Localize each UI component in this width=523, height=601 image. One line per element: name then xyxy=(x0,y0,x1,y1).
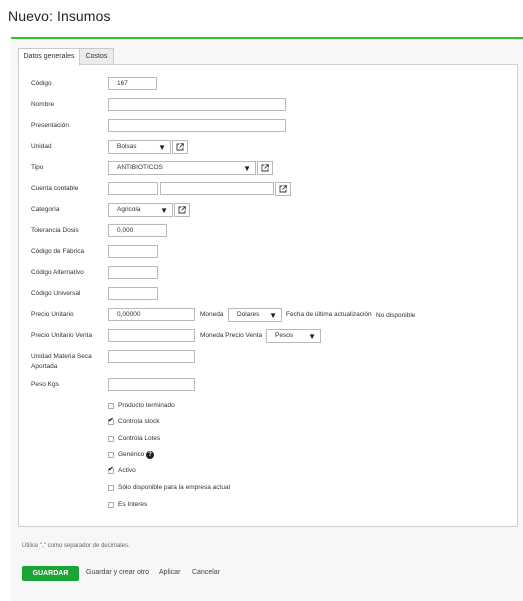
unidad-materia-seca-input[interactable] xyxy=(108,350,195,363)
codigo-alternativo-input[interactable] xyxy=(108,266,158,279)
moneda-select[interactable]: Dolares ▼ xyxy=(228,308,282,322)
tipo-select-value: ANTIBIOTICOS xyxy=(117,164,163,171)
solo-empresa-actual-checkbox[interactable] xyxy=(108,485,114,491)
codigo-fabrica-label: Código de Fábrica xyxy=(31,248,85,255)
activo-label: Activo xyxy=(118,467,136,474)
external-link-icon xyxy=(176,143,184,151)
cuenta-contable-code-input[interactable] xyxy=(108,182,158,195)
controla-lotes-checkbox[interactable] xyxy=(108,436,114,442)
nombre-input[interactable] xyxy=(108,98,286,111)
categoria-select-value: Agricola xyxy=(117,206,141,213)
codigo-universal-input[interactable] xyxy=(108,287,158,300)
tipo-external-link-button[interactable] xyxy=(257,161,273,175)
tolerancia-dosis-label: Tolerancia Dosis xyxy=(31,227,79,234)
nombre-label: Nombre xyxy=(31,101,55,108)
chevron-down-icon: ▼ xyxy=(243,164,251,173)
cuenta-contable-name-input[interactable] xyxy=(160,182,274,195)
fecha-actualizacion-value: No disponible xyxy=(376,312,416,319)
codigo-input[interactable]: 167 xyxy=(108,77,157,90)
tolerancia-dosis-input[interactable]: 0,000 xyxy=(108,224,167,237)
unidad-select[interactable]: Bolsas ▼ xyxy=(108,140,171,154)
codigo-label: Código xyxy=(31,80,52,87)
form-card xyxy=(18,64,518,527)
external-link-icon xyxy=(279,185,287,193)
precio-unitario-venta-label: Precio Unitario Venta xyxy=(31,332,93,339)
unidad-select-value: Bolsas xyxy=(117,143,137,150)
precio-unitario-input[interactable]: 0,00000 xyxy=(108,308,195,321)
producto-terminado-label: Producto terminado xyxy=(118,402,175,409)
moneda-precio-venta-select[interactable]: Pesos ▼ xyxy=(266,329,321,343)
controla-stock-label: Controla stock xyxy=(118,418,160,425)
tipo-select[interactable]: ANTIBIOTICOS ▼ xyxy=(108,161,256,175)
moneda-select-value: Dolares xyxy=(237,311,260,318)
activo-checkbox[interactable]: ✔ xyxy=(108,466,114,474)
cancel-button[interactable]: Cancelar xyxy=(192,569,220,576)
precio-unitario-label: Precio Unitario xyxy=(31,311,74,318)
peso-kgs-input[interactable] xyxy=(108,378,195,391)
categoria-label: Categoría xyxy=(31,206,60,213)
chevron-down-icon: ▼ xyxy=(269,311,277,320)
generico-label: Genérico xyxy=(118,451,145,458)
chevron-down-icon: ▼ xyxy=(308,332,316,341)
presentacion-input[interactable] xyxy=(108,119,286,132)
generico-checkbox[interactable] xyxy=(108,452,114,458)
es-interes-label: Es Interes xyxy=(118,501,148,508)
controla-lotes-label: Controla Lotes xyxy=(118,435,161,442)
cuenta-contable-label: Cuenta contable xyxy=(31,185,79,192)
tipo-label: Tipo xyxy=(31,164,44,171)
unidad-materia-seca-label-line2: Aportada xyxy=(31,363,58,370)
producto-terminado-checkbox[interactable] xyxy=(108,403,114,409)
decimal-separator-note: Utilice "," como separador de decimales. xyxy=(22,543,130,549)
page-title: Nuevo: Insumos xyxy=(8,8,111,24)
es-interes-checkbox[interactable] xyxy=(108,502,114,508)
moneda-label: Moneda xyxy=(200,311,224,318)
external-link-icon xyxy=(261,164,269,172)
categoria-external-link-button[interactable] xyxy=(174,203,190,217)
tab-datos-generales[interactable]: Datos generales xyxy=(18,48,80,66)
precio-unitario-venta-input[interactable] xyxy=(108,329,195,342)
codigo-fabrica-input[interactable] xyxy=(108,245,158,258)
chevron-down-icon: ▼ xyxy=(160,206,168,215)
categoria-select[interactable]: Agricola ▼ xyxy=(108,203,173,217)
unidad-label: Unidad xyxy=(31,143,52,150)
external-link-icon xyxy=(178,206,186,214)
save-and-create-button[interactable]: Guardar y crear otro xyxy=(86,569,149,576)
save-button[interactable]: GUARDAR xyxy=(22,566,79,581)
chevron-down-icon: ▼ xyxy=(158,143,166,152)
peso-kgs-label: Peso Kgs xyxy=(31,381,59,388)
moneda-precio-venta-label: Moneda Precio Venta xyxy=(200,332,263,339)
check-icon: ✔ xyxy=(108,417,114,424)
unidad-external-link-button[interactable] xyxy=(172,140,188,154)
help-icon[interactable]: ? xyxy=(146,451,154,459)
cuenta-contable-external-link-button[interactable] xyxy=(275,182,291,196)
controla-stock-checkbox[interactable]: ✔ xyxy=(108,417,114,425)
presentacion-label: Presentación xyxy=(31,122,69,129)
moneda-precio-venta-select-value: Pesos xyxy=(275,332,294,339)
solo-empresa-actual-label: Sólo disponible para la empresa actual xyxy=(118,484,231,491)
codigo-alternativo-label: Código Alternativo xyxy=(31,269,84,276)
unidad-materia-seca-label-line1: Unidad Materia Seca xyxy=(31,353,92,360)
fecha-actualizacion-label: Fecha de última actualización xyxy=(286,311,372,318)
check-icon: ✔ xyxy=(108,466,114,473)
apply-button[interactable]: Aplicar xyxy=(159,569,180,576)
codigo-universal-label: Código Universal xyxy=(31,290,81,297)
